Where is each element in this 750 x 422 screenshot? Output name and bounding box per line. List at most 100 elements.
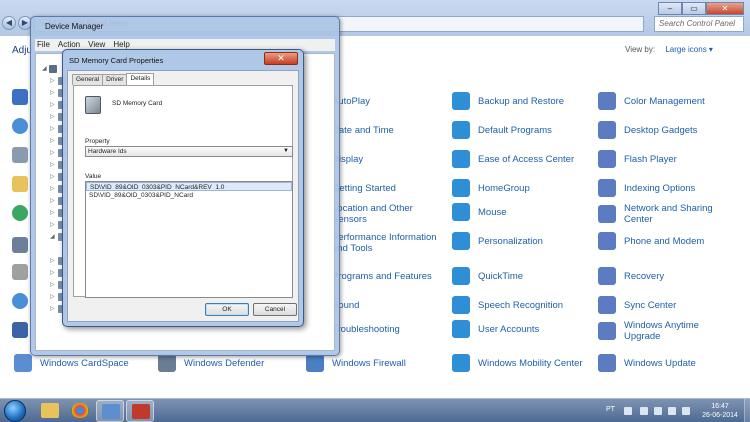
expand-icon[interactable]: ▷ (50, 90, 56, 96)
credential-manager-icon[interactable] (12, 147, 28, 163)
control-panel-item[interactable]: Speech Recognition (452, 296, 563, 314)
item-label-line: Windows Firewall (332, 357, 406, 369)
expand-icon[interactable]: ▷ (50, 114, 56, 120)
close-icon[interactable]: ✕ (706, 2, 744, 15)
item-label-line: Speech Recognition (478, 299, 564, 311)
expand-icon[interactable]: ▷ (50, 306, 56, 312)
collapse-icon[interactable]: ◢ (50, 234, 56, 240)
minimize-icon[interactable]: – (658, 2, 682, 15)
control-panel-item[interactable]: User Accounts (452, 320, 539, 338)
start-button[interactable] (4, 400, 26, 422)
search-input[interactable]: Search Control Panel (654, 16, 744, 32)
explorer-button[interactable] (36, 400, 64, 422)
action-center-icon[interactable] (12, 89, 28, 105)
control-panel-item[interactable]: Recovery (598, 267, 664, 285)
expand-icon[interactable]: ▷ (50, 270, 56, 276)
chrome-button[interactable] (66, 400, 94, 422)
expand-icon[interactable]: ▷ (50, 222, 56, 228)
item-icon (452, 92, 470, 110)
windows-cardspace-item[interactable]: Windows CardSpace (14, 354, 129, 372)
control-panel-item[interactable]: Ease of Access Center (452, 150, 574, 168)
control-panel-item[interactable]: Indexing Options (598, 179, 695, 197)
control-panel-item[interactable]: Flash Player (598, 150, 677, 168)
windows-defender-item[interactable]: Windows Defender (158, 354, 264, 372)
toolbox-button[interactable] (126, 400, 154, 422)
expand-icon[interactable]: ▷ (50, 282, 56, 288)
devices-icon[interactable] (12, 264, 28, 280)
tab-details[interactable]: Details (126, 73, 155, 85)
cancel-button[interactable]: Cancel (253, 303, 297, 316)
list-item[interactable]: SD\VID_89&OID_0303&PID_NCard&REV_1.0 (86, 182, 292, 191)
expand-icon[interactable]: ▷ (50, 78, 56, 84)
close-icon[interactable]: ✕ (264, 52, 298, 65)
expand-icon[interactable]: ▷ (50, 126, 56, 132)
item-icon (598, 150, 616, 168)
control-panel-item[interactable]: Default Programs (452, 121, 552, 139)
item-label-line: Center (624, 214, 653, 225)
control-panel-item[interactable]: Phone and Modem (598, 232, 704, 250)
control-panel-item[interactable]: Desktop Gadgets (598, 121, 697, 139)
expand-icon[interactable]: ▷ (50, 174, 56, 180)
admin-tools-icon[interactable] (12, 118, 28, 134)
region-icon[interactable] (12, 322, 28, 338)
flag-icon[interactable] (640, 407, 648, 415)
control-panel-item[interactable]: Windows Firewall (306, 354, 406, 372)
volume-icon[interactable] (682, 407, 690, 415)
dialog-title: SD Memory Card Properties (69, 56, 164, 65)
control-panel-item[interactable]: Windows Anytime Upgrade (598, 320, 699, 342)
list-item[interactable]: SD\VID_89&OID_0303&PID_NCard (86, 191, 292, 200)
expand-icon[interactable]: ▷ (50, 150, 56, 156)
item-icon (598, 92, 616, 110)
maximize-icon[interactable]: ▭ (682, 2, 706, 15)
item-icon (452, 179, 470, 197)
expand-icon[interactable]: ▷ (50, 162, 56, 168)
keyboard-icon[interactable] (12, 237, 28, 253)
control-panel-item[interactable]: Color Management (598, 92, 705, 110)
menu-file[interactable]: File (37, 39, 50, 51)
control-panel-item[interactable]: Network and Sharing Center (598, 203, 713, 225)
expand-icon[interactable]: ▷ (50, 210, 56, 216)
item-label: Windows Defender (184, 357, 265, 369)
item-icon (452, 232, 470, 250)
expand-icon[interactable]: ▷ (50, 102, 56, 108)
value-list[interactable]: SD\VID_89&OID_0303&PID_NCard&REV_1.0 SD\… (85, 181, 293, 298)
expand-icon[interactable]: ▷ (50, 138, 56, 144)
tab-driver[interactable]: Driver (102, 74, 128, 85)
ok-button[interactable]: OK (205, 303, 249, 316)
expand-icon[interactable]: ▷ (50, 198, 56, 204)
control-panel-item[interactable]: Mouse (452, 203, 507, 221)
property-dropdown[interactable]: Hardware Ids ▼ (85, 146, 293, 157)
view-by-dropdown[interactable]: Large icons ▾ (665, 45, 713, 54)
control-panel-button[interactable] (96, 400, 124, 422)
control-panel-item[interactable]: Personalization (452, 232, 543, 250)
expand-icon[interactable]: ▷ (50, 258, 56, 264)
window-title: Device Manager (45, 22, 104, 31)
item-icon (452, 150, 470, 168)
item-label: Desktop Gadgets (624, 125, 697, 136)
expand-icon[interactable]: ▷ (50, 186, 56, 192)
collapse-icon[interactable]: ◢ (42, 66, 48, 72)
item-icon (598, 322, 616, 340)
network-icon[interactable] (654, 407, 662, 415)
internet-options-icon[interactable] (12, 205, 28, 221)
control-panel-item[interactable]: HomeGroup (452, 179, 530, 197)
control-panel-item[interactable]: Backup and Restore (452, 92, 564, 110)
language-indicator[interactable]: PT (606, 406, 615, 413)
power-icon[interactable] (668, 407, 676, 415)
back-icon[interactable]: ◀ (2, 16, 16, 30)
show-desktop-button[interactable] (744, 399, 750, 422)
network-icon[interactable] (12, 293, 28, 309)
item-label: User Accounts (478, 324, 539, 335)
clock[interactable]: 16:47 26-06-2014 (700, 402, 740, 420)
expand-icon[interactable]: ▷ (50, 294, 56, 300)
control-panel-item[interactable]: QuickTime (452, 267, 523, 285)
control-panel-item[interactable]: Sync Center (598, 296, 676, 314)
control-panel-item[interactable]: Windows Mobility Center (452, 354, 583, 372)
tab-general[interactable]: General (72, 74, 104, 85)
show-hidden-icon[interactable] (624, 407, 632, 415)
control-panel-item[interactable]: Windows Update (598, 354, 696, 372)
taskbar: PT 16:47 26-06-2014 (0, 398, 750, 422)
item-label: Date and Time (332, 125, 394, 136)
folder-options-icon[interactable] (12, 176, 28, 192)
item-icon (452, 320, 470, 338)
